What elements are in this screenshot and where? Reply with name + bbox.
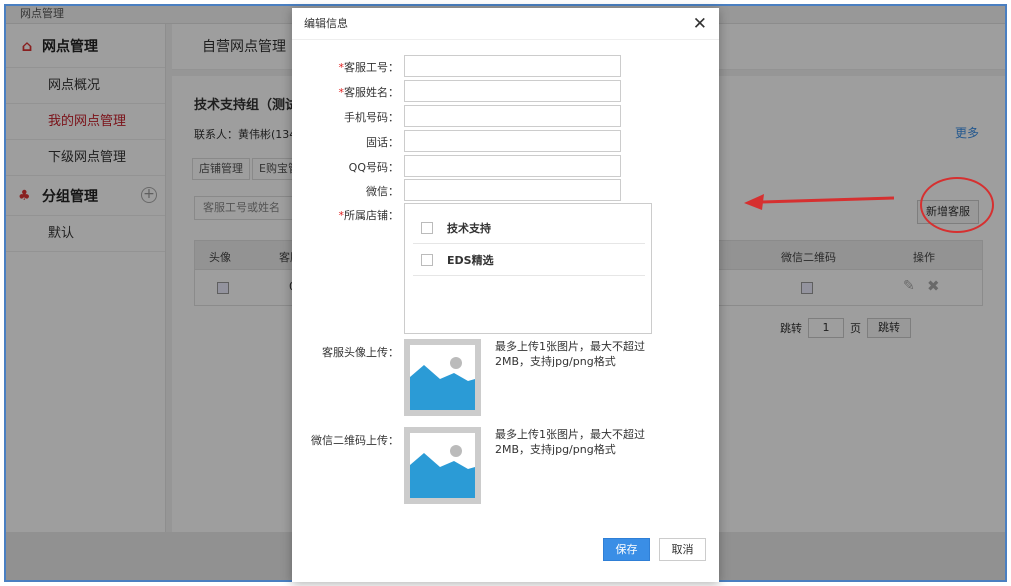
field-landline: 固话： xyxy=(292,130,719,152)
field-label: *所属店铺： xyxy=(338,209,400,222)
qr-upload-tip: 最多上传1张图片，最大不超过2MB，支持jpg/png格式 xyxy=(495,428,645,456)
service-id-input[interactable] xyxy=(404,55,621,77)
store-name: 技术支持 xyxy=(447,221,491,235)
avatar-upload-tip: 最多上传1张图片，最大不超过2MB，支持jpg/png格式 xyxy=(495,340,645,368)
qq-input[interactable] xyxy=(404,155,621,177)
field-service-id: *客服工号： xyxy=(292,55,719,77)
list-item[interactable]: EDS精选 xyxy=(413,244,645,276)
field-label: *客服姓名： xyxy=(338,86,400,99)
landline-input[interactable] xyxy=(404,130,621,152)
annotation-arrow xyxy=(744,194,894,210)
store-name: EDS精选 xyxy=(447,253,494,267)
wechat-input[interactable] xyxy=(404,179,621,201)
field-label: QQ号码： xyxy=(348,161,399,174)
cancel-button[interactable]: 取消 xyxy=(659,538,706,561)
field-label: 客服头像上传： xyxy=(322,346,399,359)
field-label: 手机号码： xyxy=(344,111,399,124)
field-service-name: *客服姓名： xyxy=(292,80,719,102)
service-name-input[interactable] xyxy=(404,80,621,102)
save-button[interactable]: 保存 xyxy=(603,538,650,561)
field-label: 固话： xyxy=(366,136,399,149)
mobile-input[interactable] xyxy=(404,105,621,127)
field-label: 微信二维码上传： xyxy=(311,434,399,447)
image-placeholder-icon xyxy=(410,433,475,498)
avatar-upload-button[interactable] xyxy=(404,339,481,416)
list-item[interactable]: 技术支持 xyxy=(413,212,645,244)
edit-info-dialog: 编辑信息 ✕ *客服工号： *客服姓名： 手机号码： 固话： QQ号码： 微信：… xyxy=(292,8,719,582)
store-checkbox[interactable] xyxy=(421,253,433,266)
store-list: 技术支持 EDS精选 xyxy=(404,203,652,334)
dialog-header: 编辑信息 ✕ xyxy=(292,8,719,40)
field-wechat: 微信： xyxy=(292,179,719,201)
image-placeholder-icon xyxy=(410,345,475,410)
close-icon[interactable]: ✕ xyxy=(693,8,707,40)
field-label: 微信： xyxy=(366,185,399,198)
field-mobile: 手机号码： xyxy=(292,105,719,127)
annotation-circle xyxy=(920,177,994,233)
store-checkbox[interactable] xyxy=(421,221,433,234)
field-qq: QQ号码： xyxy=(292,155,719,177)
field-label: *客服工号： xyxy=(338,61,400,74)
dialog-title: 编辑信息 xyxy=(304,17,348,30)
qr-upload-button[interactable] xyxy=(404,427,481,504)
